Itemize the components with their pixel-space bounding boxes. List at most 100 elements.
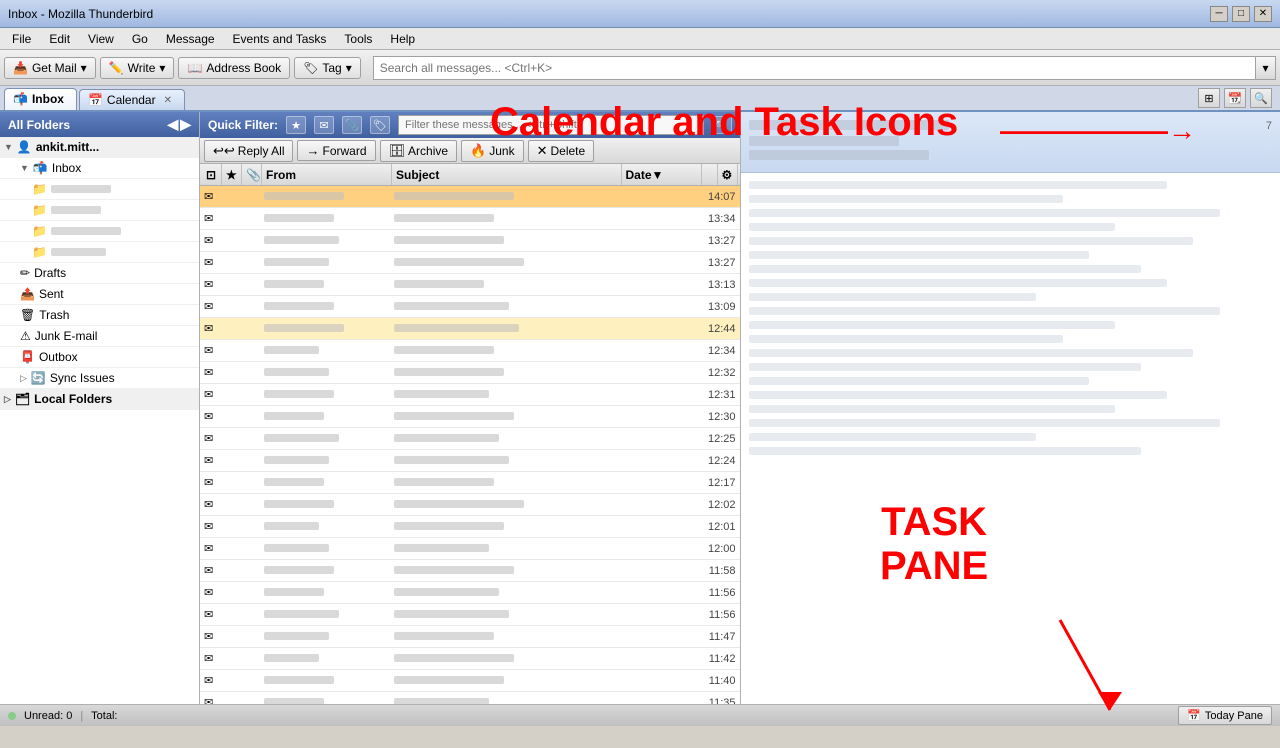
menu-events-tasks[interactable]: Events and Tasks <box>225 30 335 48</box>
folder-outbox[interactable]: 📮 Outbox <box>0 347 199 368</box>
table-row[interactable]: ✉ 12:25 <box>200 428 740 450</box>
table-row[interactable]: ✉ 13:27 <box>200 252 740 274</box>
table-row[interactable]: ✉ 13:13 <box>200 274 740 296</box>
col-header-subject[interactable]: Subject <box>392 164 622 185</box>
columns-icon-button[interactable]: ⊞ <box>1198 88 1220 108</box>
menu-file[interactable]: File <box>4 30 39 48</box>
search-icon-button[interactable]: 🔍 <box>1250 88 1272 108</box>
table-row[interactable]: ✉ 13:27 <box>200 230 740 252</box>
msg-subject <box>392 257 658 269</box>
col-header-flag[interactable]: ★ <box>222 164 242 185</box>
search-dropdown-button[interactable]: ▾ <box>1256 56 1276 80</box>
msg-icon: ✉ <box>202 190 222 203</box>
folder-account[interactable]: ▼ 👤 ankit.mitt... <box>0 137 199 158</box>
address-book-button[interactable]: 📖 Address Book <box>178 57 290 79</box>
inbox-folder-icon: 📬 <box>33 161 48 175</box>
archive-button[interactable]: 🗄 Archive <box>380 140 458 162</box>
col-header-attach[interactable]: 📎 <box>242 164 262 185</box>
table-row[interactable]: ✉ 13:34 <box>200 208 740 230</box>
menu-help[interactable]: Help <box>382 30 423 48</box>
col-header-date[interactable]: Date ▼ <box>622 164 702 185</box>
maximize-button[interactable]: □ <box>1232 6 1250 22</box>
msg-icon: ✉ <box>202 630 222 643</box>
today-pane-button[interactable]: 📅 Today Pane <box>1178 706 1272 725</box>
sidebar-prev-button[interactable]: ◀ <box>167 116 178 133</box>
forward-button[interactable]: → Forward <box>297 140 375 161</box>
tab-calendar-close[interactable]: ✕ <box>164 95 172 106</box>
tab-inbox[interactable]: 📬 Inbox <box>4 88 77 110</box>
msg-date: 12:25 <box>658 433 738 445</box>
calendar-task-icon-button[interactable]: 📆 <box>1224 88 1246 108</box>
qf-attach-button[interactable]: 📎 <box>342 116 362 134</box>
write-dropdown-icon[interactable]: ▾ <box>159 61 165 75</box>
delete-button[interactable]: ✕ Delete <box>528 140 595 162</box>
folder-local[interactable]: ▷ 🗂 Local Folders <box>0 389 199 410</box>
table-row[interactable]: ✉ 12:24 <box>200 450 740 472</box>
msg-icon: ✉ <box>202 278 222 291</box>
table-row[interactable]: ✉ 12:34 <box>200 340 740 362</box>
table-row[interactable]: ✉ 12:31 <box>200 384 740 406</box>
msg-subject <box>392 499 658 511</box>
table-row[interactable]: ✉ 12:17 <box>200 472 740 494</box>
folder-sent[interactable]: 📤 Sent <box>0 284 199 305</box>
table-row[interactable]: ✉ 12:44 <box>200 318 740 340</box>
msg-icon: ✉ <box>202 542 222 555</box>
msg-subject <box>392 653 658 665</box>
filter-input[interactable] <box>398 115 703 135</box>
menu-tools[interactable]: Tools <box>336 30 380 48</box>
folder-subfolder-1[interactable]: 📁 <box>0 179 199 200</box>
menu-message[interactable]: Message <box>158 30 223 48</box>
folder-trash[interactable]: 🗑 Trash <box>0 305 199 326</box>
col-header-settings[interactable]: ⚙ <box>718 164 738 185</box>
folder-junk[interactable]: ⚠ Junk E-mail <box>0 326 199 347</box>
col-header-icon[interactable]: ⊡ <box>202 164 222 185</box>
table-row[interactable]: ✉ 11:42 <box>200 648 740 670</box>
msg-subject <box>392 455 658 467</box>
reply-all-button[interactable]: ↩↩ Reply All <box>204 140 293 162</box>
msg-date: 11:40 <box>658 675 738 687</box>
tag-button[interactable]: 🏷 Tag ▾ <box>294 57 361 79</box>
table-row[interactable]: ✉ 12:00 <box>200 538 740 560</box>
qf-tag-button[interactable]: 🏷 <box>370 116 390 134</box>
forward-icon: → <box>306 143 319 158</box>
minimize-button[interactable]: ─ <box>1210 6 1228 22</box>
menu-edit[interactable]: Edit <box>41 30 78 48</box>
table-row[interactable]: ✉ 14:07 <box>200 186 740 208</box>
close-button[interactable]: ✕ <box>1254 6 1272 22</box>
qf-star-button[interactable]: ★ <box>286 116 306 134</box>
get-mail-button[interactable]: 📥 Get Mail ▾ <box>4 57 96 79</box>
table-row[interactable]: ✉ 12:32 <box>200 362 740 384</box>
table-row[interactable]: ✉ 11:56 <box>200 604 740 626</box>
column-headers: ⊡ ★ 📎 From Subject Date ▼ ⚙ <box>200 164 740 186</box>
table-row[interactable]: ✉ 12:01 <box>200 516 740 538</box>
junk-button[interactable]: 🔥 Junk <box>461 140 524 162</box>
msg-date: 11:56 <box>658 587 738 599</box>
folder-drafts[interactable]: ✏ Drafts <box>0 263 199 284</box>
folder-subfolder-4[interactable]: 📁 <box>0 242 199 263</box>
tag-dropdown-icon[interactable]: ▾ <box>346 61 352 75</box>
title-bar: Inbox - Mozilla Thunderbird ─ □ ✕ <box>0 0 1280 28</box>
menu-go[interactable]: Go <box>124 30 156 48</box>
folder-inbox[interactable]: ▼ 📬 Inbox <box>0 158 199 179</box>
qf-clear-button[interactable]: 🔍 <box>712 116 732 134</box>
folder-sync-issues[interactable]: ▷ 🔄 Sync Issues <box>0 368 199 389</box>
table-row[interactable]: ✉ 11:40 <box>200 670 740 692</box>
col-header-from[interactable]: From <box>262 164 392 185</box>
search-input[interactable] <box>373 56 1256 80</box>
table-row[interactable]: ✉ 12:30 <box>200 406 740 428</box>
menu-view[interactable]: View <box>80 30 122 48</box>
table-row[interactable]: ✉ 12:02 <box>200 494 740 516</box>
quick-filter-bar: Quick Filter: ★ ✉ 📎 🏷 🔍 <box>200 112 740 138</box>
write-button[interactable]: ✏️ Write ▾ <box>100 57 175 79</box>
qf-unread-button[interactable]: ✉ <box>314 116 334 134</box>
get-mail-dropdown-icon[interactable]: ▾ <box>81 61 87 75</box>
folder-subfolder-2[interactable]: 📁 <box>0 200 199 221</box>
table-row[interactable]: ✉ 11:56 <box>200 582 740 604</box>
msg-date: 13:34 <box>658 213 738 225</box>
sidebar-next-button[interactable]: ▶ <box>180 116 191 133</box>
table-row[interactable]: ✉ 11:58 <box>200 560 740 582</box>
folder-subfolder-3[interactable]: 📁 <box>0 221 199 242</box>
table-row[interactable]: ✉ 13:09 <box>200 296 740 318</box>
tab-calendar[interactable]: 📅 Calendar ✕ <box>79 89 185 110</box>
table-row[interactable]: ✉ 11:47 <box>200 626 740 648</box>
